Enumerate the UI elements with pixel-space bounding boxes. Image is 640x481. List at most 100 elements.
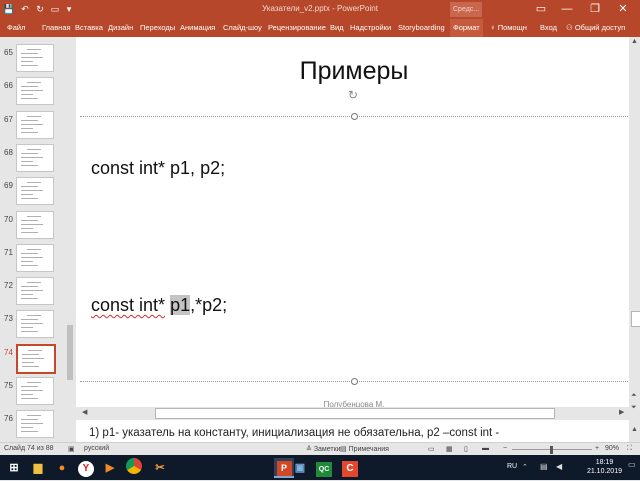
- vertical-scroll-thumb[interactable]: [631, 311, 640, 327]
- volume-icon[interactable]: ◀: [556, 462, 562, 471]
- notes-text[interactable]: 1) p1- указатель на константу, инициализ…: [89, 427, 499, 439]
- thumbnails-scrollbar[interactable]: [66, 45, 74, 440]
- clipper-app-icon[interactable]: C: [340, 458, 360, 478]
- steps-recorder-icon[interactable]: ▣: [290, 458, 310, 478]
- resize-handle-bottom[interactable]: [351, 378, 358, 385]
- rotate-handle-icon[interactable]: ↻: [348, 88, 358, 102]
- slide-thumbnail[interactable]: [16, 110, 54, 139]
- next-slide-icon[interactable]: ⏷: [631, 404, 637, 412]
- share-button[interactable]: ⚇ Общий доступ: [566, 19, 625, 37]
- thumbnail-line: [22, 353, 39, 355]
- tab-insert[interactable]: Вставка: [75, 19, 103, 37]
- slide-thumbnail[interactable]: [16, 277, 54, 306]
- yandex-browser-icon[interactable]: Y: [76, 458, 96, 478]
- comments-toggle[interactable]: ▤ Примечания: [340, 445, 389, 453]
- tray-arrow-icon[interactable]: ⌃: [522, 463, 528, 471]
- slide-thumbnail[interactable]: [16, 44, 54, 72]
- thumbnail-line: [21, 252, 38, 254]
- keyboard-language[interactable]: RU: [507, 463, 517, 470]
- tab-file[interactable]: Файл: [7, 19, 25, 37]
- notifications-icon[interactable]: ▭: [628, 460, 636, 469]
- lightbulb-icon: ♀: [490, 23, 498, 32]
- language-indicator[interactable]: русский: [84, 445, 109, 452]
- normal-view-icon[interactable]: ▭: [428, 445, 435, 453]
- vertical-scrollbar[interactable]: [629, 37, 640, 442]
- tab-animations[interactable]: Анимация: [180, 19, 215, 37]
- thumbnail-line: [27, 415, 41, 417]
- previous-slide-icon[interactable]: ⏶: [631, 392, 637, 400]
- firefox-icon[interactable]: ●: [52, 458, 72, 478]
- signin-link[interactable]: Вход: [540, 19, 557, 37]
- minimize-button[interactable]: —: [556, 0, 578, 19]
- tab-format[interactable]: Формат: [450, 19, 483, 37]
- notes-toggle[interactable]: ≙ Заметки: [306, 445, 341, 453]
- thumbnail-line: [21, 423, 43, 425]
- slide-thumbnail[interactable]: [16, 310, 54, 339]
- zoom-in-button[interactable]: +: [595, 445, 599, 452]
- ribbon-display-options-button[interactable]: ▭: [530, 0, 552, 19]
- scroll-up-icon[interactable]: ▲: [631, 38, 638, 45]
- reading-view-icon[interactable]: ▯: [464, 445, 468, 453]
- thumbnail-line: [21, 394, 33, 395]
- spellcheck-icon[interactable]: ▣: [68, 445, 75, 453]
- slide-thumbnail[interactable]: [16, 343, 56, 374]
- slide-title[interactable]: Примеры: [80, 57, 628, 86]
- notes-scroll-icon[interactable]: ▲: [631, 426, 638, 433]
- tab-view[interactable]: Вид: [330, 19, 344, 37]
- slide-thumbnail[interactable]: [16, 243, 54, 272]
- thumbnail-line: [27, 148, 41, 150]
- zoom-out-button[interactable]: −: [503, 445, 507, 452]
- thumbnail-number: 75: [4, 381, 13, 390]
- thumbnail-line: [27, 382, 41, 383]
- thumbnail-line: [21, 152, 38, 154]
- windows-start-icon[interactable]: ⊞: [4, 458, 24, 478]
- media-player-icon[interactable]: ▶: [100, 458, 120, 478]
- tab-home[interactable]: Главная: [42, 19, 71, 37]
- slideshow-view-icon[interactable]: ▬: [482, 445, 489, 452]
- chrome-icon[interactable]: [124, 458, 144, 478]
- tab-storyboarding[interactable]: Storyboarding: [398, 19, 445, 37]
- thumbnail-line: [21, 260, 33, 262]
- slide-thumbnail[interactable]: [16, 377, 54, 405]
- thumbnail-line: [28, 349, 42, 351]
- thumbnail-number: 66: [4, 81, 13, 91]
- slide-thumbnail[interactable]: [16, 410, 54, 439]
- thumbnail-line: [21, 231, 38, 233]
- code-line-1[interactable]: const int* p1, p2;: [91, 158, 225, 179]
- snipping-tool-icon[interactable]: ✂: [150, 458, 170, 478]
- slide-thumbnail[interactable]: [16, 143, 54, 172]
- scroll-left-icon[interactable]: ◀: [82, 408, 87, 416]
- thumbnail-number: 67: [4, 114, 13, 124]
- thumbnail-line: [21, 427, 33, 429]
- tab-transitions[interactable]: Переходы: [140, 19, 175, 37]
- tab-addins[interactable]: Надстройки: [350, 19, 391, 37]
- tab-slideshow[interactable]: Слайд-шоу: [223, 19, 262, 37]
- slide-thumbnail[interactable]: [16, 210, 54, 239]
- title-bar: 💾 ↶ ↻ ▭ ▾ Указатели_v2.pptx - PowerPoint…: [0, 0, 640, 19]
- clock[interactable]: 18:19 21.10.2019: [587, 458, 622, 476]
- horizontal-scroll-thumb[interactable]: [155, 408, 555, 419]
- network-icon[interactable]: ▤: [540, 462, 548, 471]
- zoom-level[interactable]: 90%: [605, 445, 619, 452]
- slide-thumbnail[interactable]: [16, 77, 54, 106]
- code-line-2[interactable]: const int* p1,*p2;: [91, 295, 227, 316]
- close-button[interactable]: ✕: [612, 0, 634, 19]
- thumbnails-scroll-thumb[interactable]: [67, 325, 73, 380]
- tab-design[interactable]: Дизайн: [108, 19, 133, 37]
- resize-handle-top[interactable]: [351, 113, 358, 120]
- tell-me-help[interactable]: ♀ Помощн: [490, 19, 527, 37]
- thumbnail-line: [21, 327, 33, 329]
- restore-button[interactable]: ❐: [584, 0, 606, 19]
- slide-sorter-icon[interactable]: ▦: [446, 445, 453, 453]
- thumbnail-line: [21, 219, 38, 221]
- slide-thumbnail[interactable]: [16, 177, 54, 206]
- fit-slide-icon[interactable]: ⛶: [627, 445, 632, 453]
- zoom-slider-thumb[interactable]: [550, 446, 553, 454]
- file-explorer-icon[interactable]: ▆: [28, 458, 48, 478]
- thumbnail-number: 71: [4, 247, 13, 257]
- qc-app-icon[interactable]: QC: [314, 458, 334, 478]
- thumbnail-line: [27, 182, 41, 184]
- scroll-right-icon[interactable]: ▶: [619, 408, 624, 416]
- search-input[interactable]: Средс...: [450, 2, 482, 17]
- tab-review[interactable]: Рецензирование: [268, 19, 326, 37]
